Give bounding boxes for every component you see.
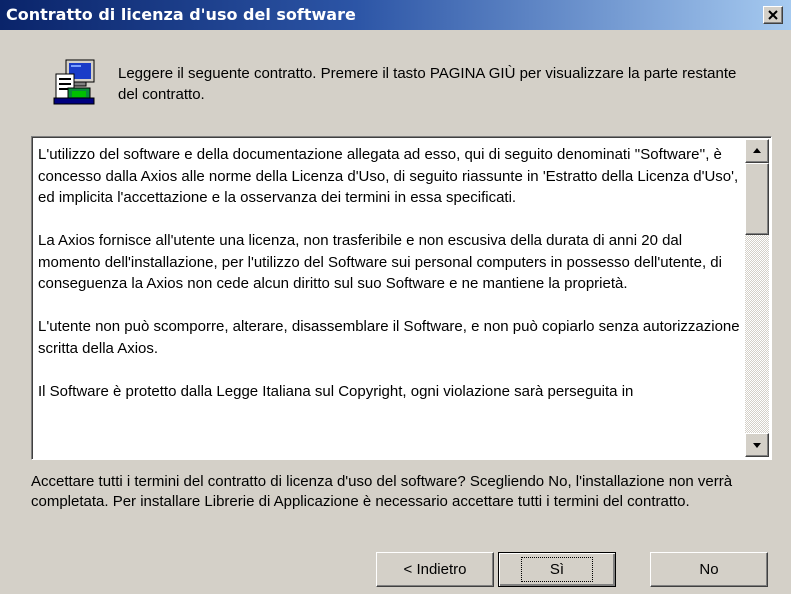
license-paragraph: L'utente non può scomporre, alterare, di… <box>38 318 740 357</box>
window-title: Contratto di licenza d'uso del software <box>6 5 356 24</box>
close-button[interactable] <box>763 6 783 24</box>
yes-button[interactable]: Sì <box>498 552 616 587</box>
no-button[interactable]: No <box>650 552 768 587</box>
instruction-text: Leggere il seguente contratto. Premere i… <box>118 65 737 103</box>
scrollbar-thumb[interactable] <box>745 163 769 235</box>
title-bar[interactable]: Contratto di licenza d'uso del software <box>0 0 791 30</box>
arrow-down-icon <box>753 443 761 448</box>
scroll-down-button[interactable] <box>745 433 769 457</box>
arrow-up-icon <box>753 148 761 153</box>
license-paragraph: La Axios fornisce all'utente una licenza… <box>38 232 722 292</box>
license-text-box[interactable]: L'utilizzo del software e della document… <box>31 136 772 460</box>
yes-button-label: Sì <box>520 557 594 582</box>
license-paragraph: Il Software è protetto dalla Legge Itali… <box>38 382 634 400</box>
back-button[interactable]: < Indietro <box>376 552 494 587</box>
scroll-up-button[interactable] <box>745 139 769 163</box>
license-text[interactable]: L'utilizzo del software e della document… <box>38 144 746 456</box>
license-dialog: Contratto di licenza d'uso del software … <box>0 0 791 594</box>
license-paragraph: L'utilizzo del software e della document… <box>38 146 739 206</box>
vertical-scrollbar[interactable] <box>745 139 769 457</box>
close-icon <box>768 10 778 20</box>
accept-question-text: Accettare tutti i termini del contratto … <box>31 473 733 510</box>
setup-computer-icon <box>52 58 100 106</box>
